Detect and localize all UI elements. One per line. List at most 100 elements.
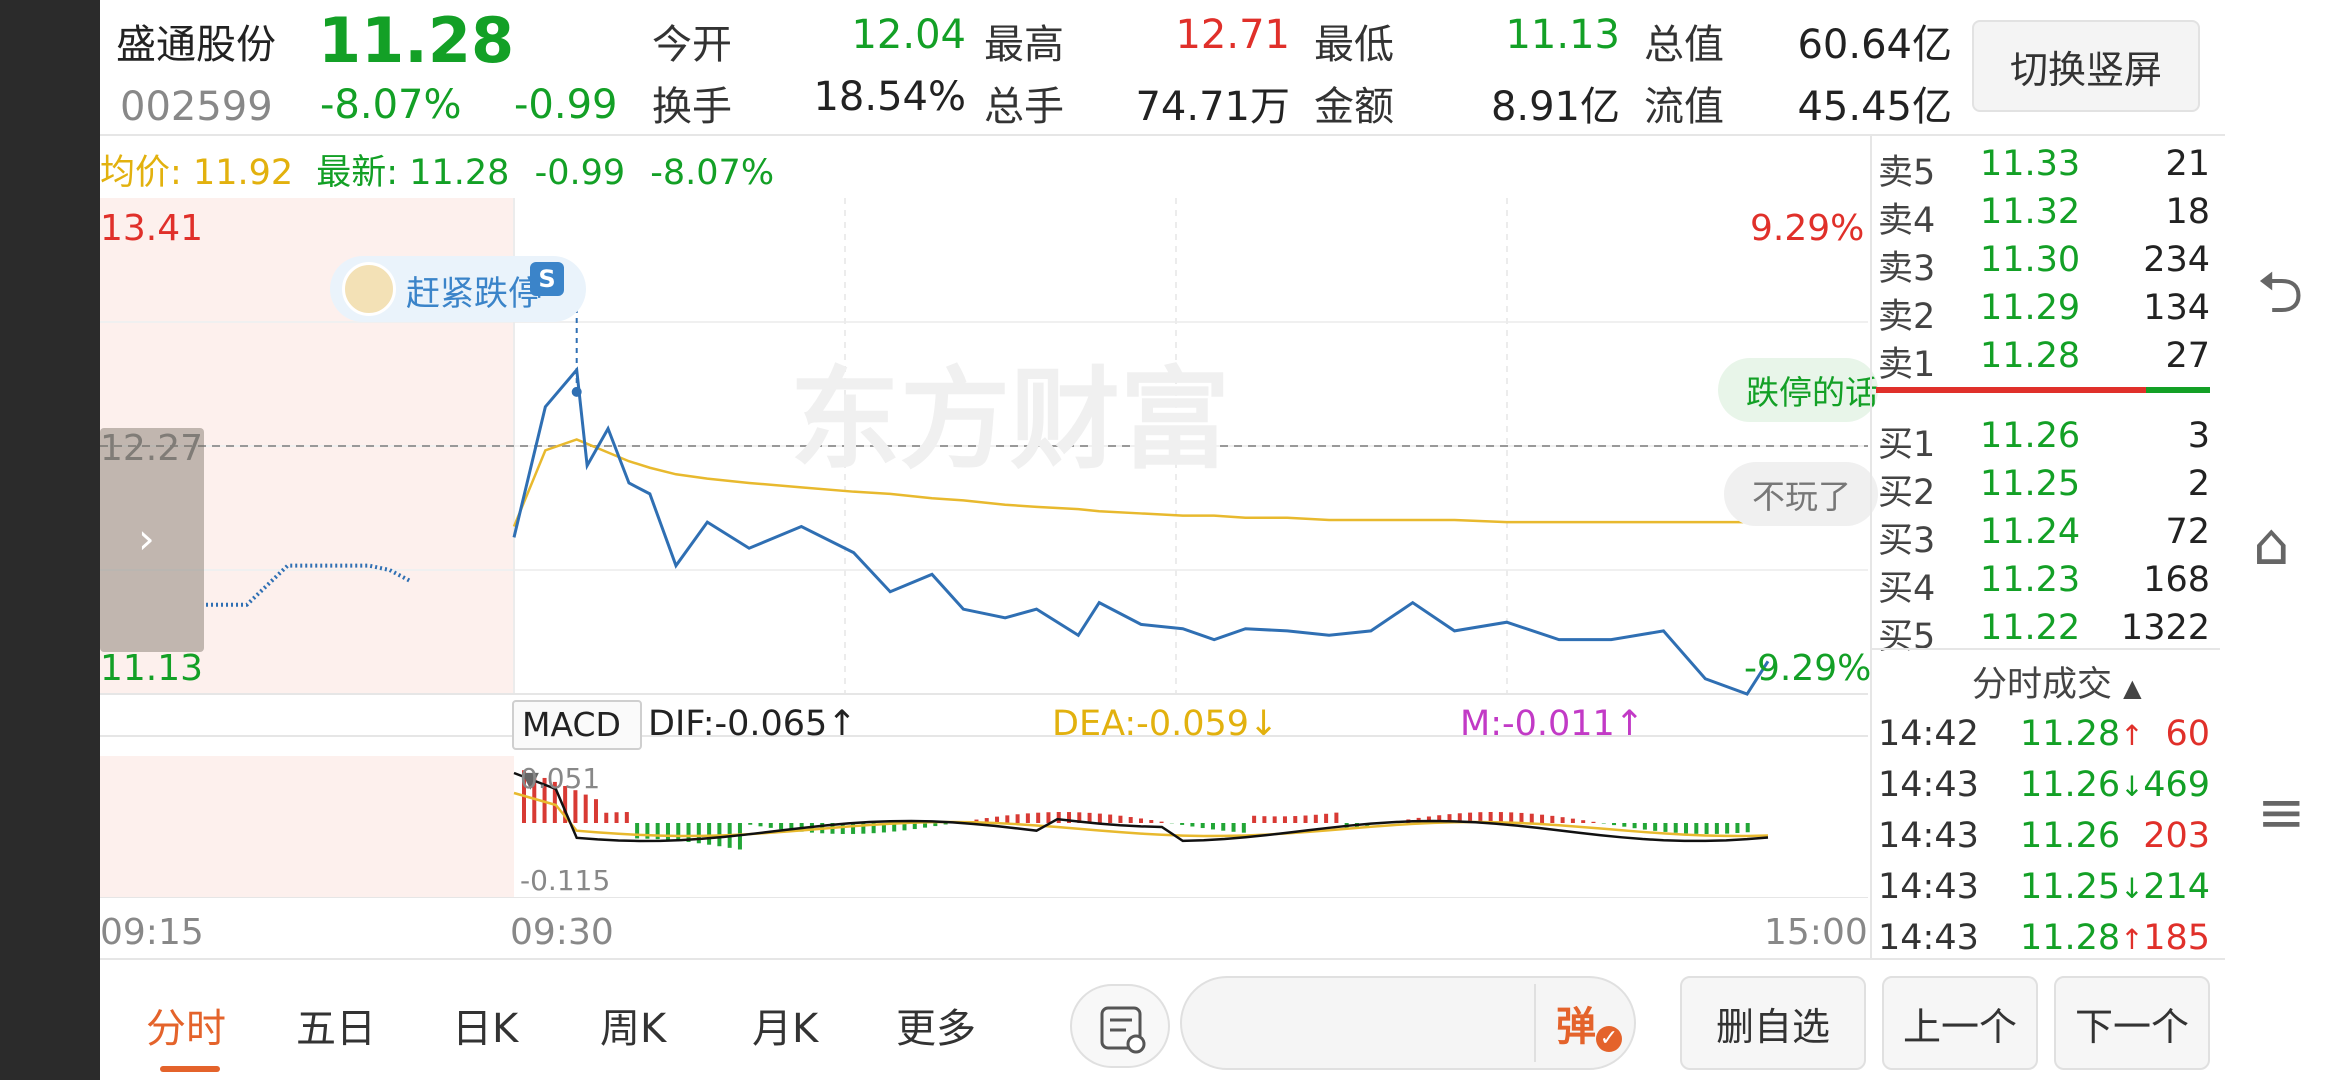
macd-histogram-bar [1118,815,1123,823]
input-divider [1534,984,1536,1062]
watermark: 东方财富 [790,356,1230,484]
tab-underline [160,1066,220,1072]
stat-value: 74.71万 [1135,84,1290,130]
ticks-divider [1870,648,2220,650]
macd-histogram-bar [1622,823,1627,827]
axis-high-pct: 9.29% [1750,208,1865,249]
bid-bar [2146,387,2210,393]
badge-dot [571,386,582,397]
orderbook-price: 11.25 [1980,464,2081,504]
stat-label: 最高 [984,22,1064,68]
macd-histogram-bar [1210,823,1215,830]
macd-histogram-bar [1714,823,1719,834]
macd-top-value: 0.051 [520,762,601,795]
orderbook-level: 卖3 [1878,249,1936,289]
back-icon[interactable]: ⮌ [2257,250,2303,349]
prev-stock-button[interactable]: 上一个 [1882,976,2038,1070]
remove-watchlist-button[interactable]: 删自选 [1680,976,1866,1070]
macd-m: M:-0.011↑ [1460,704,1645,744]
orderbook-price: 11.22 [1980,608,2081,648]
macd-histogram-bar [1015,814,1020,823]
comment-list-button[interactable] [1070,984,1170,1068]
time-start: 09:15 [100,912,204,953]
macd-histogram-bar [1149,820,1154,823]
orderbook-price: 11.30 [1980,240,2081,280]
orderbook-level: 卖5 [1878,153,1936,193]
side-comment-green[interactable]: 跌停的话 [1718,358,1878,422]
macd-histogram-bar [1313,814,1318,823]
stat-label: 今开 [652,22,732,68]
macd-histogram-bar [1036,812,1041,823]
time-end: 15:00 [1764,912,1868,953]
comment-settings-icon [1100,1006,1146,1054]
macd-histogram-bar [1128,817,1133,823]
tick-price: 11.26 [2020,816,2121,856]
macd-histogram-bar [1735,823,1740,834]
macd-histogram-bar [1632,823,1637,829]
ticks-title[interactable]: 分时成交 ▲ [1972,656,2142,707]
macd-histogram-bar [779,823,784,830]
ask-bar [1876,387,2146,393]
orderbook-level: 卖2 [1878,297,1936,337]
macd-dif: DIF:-0.065↑ [648,704,857,744]
macd-histogram-bar [604,812,609,823]
orderbook-volume: 1322 [2120,608,2210,648]
tick-time: 14:43 [1878,816,1979,856]
macd-dea: DEA:-0.059↓ [1052,704,1279,744]
avatar [342,262,396,316]
time-open: 09:30 [510,912,614,953]
stock-name: 盛通股份 [116,22,276,68]
macd-histogram-bar [1694,823,1699,834]
tab-2[interactable]: 日K [452,996,518,1054]
change-amount: -0.99 [514,82,618,128]
orderbook-volume: 168 [2143,560,2210,600]
orderbook-level: 卖1 [1878,345,1936,385]
axis-low: 11.13 [100,648,204,689]
triangle-up-icon: ▲ [2123,674,2142,702]
macd-histogram-bar [676,823,681,841]
orderbook-price: 11.32 [1980,192,2081,232]
home-icon[interactable]: ⌂ [2253,510,2290,578]
macd-histogram-bar [1560,817,1565,823]
orderbook-volume: 72 [2165,512,2210,552]
preopen-line [206,563,411,607]
macd-selector[interactable]: MACD ▼ [512,700,642,793]
macd-histogram-bar [1293,816,1298,823]
tab-1[interactable]: 五日 [296,996,376,1054]
orderbook-level: 买4 [1878,569,1936,609]
orderbook-volume: 134 [2143,288,2210,328]
tab-5[interactable]: 更多 [896,996,976,1054]
chart-scroll-handle[interactable]: › [100,428,204,652]
macd-histogram-bar [1550,815,1555,823]
menu-icon[interactable]: ≡ [2257,778,2306,846]
danmu-toggle[interactable]: 弹 ✓ [1556,994,1622,1052]
macd-histogram-bar [1725,823,1730,834]
stock-price: 11.28 [318,4,515,77]
macd-histogram-bar [1139,818,1143,823]
tab-3[interactable]: 周K [600,996,666,1054]
macd-histogram-bar [851,823,856,834]
bottom-divider [100,958,2225,960]
orderbook-volume: 21 [2165,144,2210,184]
macd-histogram-bar [923,823,928,828]
switch-portrait-button[interactable]: 切换竖屏 [1972,20,2200,112]
legend-change-pct: -8.07% [650,153,775,193]
macd-histogram-bar [1252,815,1257,823]
orderbook-volume: 3 [2187,416,2210,456]
side-comment-gray[interactable]: 不玩了 [1724,462,1878,526]
tick-time: 14:43 [1878,765,1979,805]
chart-legend: 均价: 11.92 最新: 11.28 -0.99 -8.07% [100,144,774,195]
tab-4[interactable]: 月K [752,996,818,1054]
macd-histogram-bar [583,794,588,823]
macd-histogram-bar [1540,814,1545,823]
macd-histogram-bar [1241,823,1246,833]
tab-0[interactable]: 分时 [146,996,226,1054]
macd-histogram-bar [1190,823,1195,827]
next-stock-button[interactable]: 下一个 [2054,976,2210,1070]
dif-line [513,771,1769,843]
macd-histogram-bar [1591,821,1596,823]
orderbook-price: 11.23 [1980,560,2081,600]
orderbook-level: 买2 [1878,473,1936,513]
system-nav-bar: ⮌ ⌂ ≡ [2225,0,2340,1080]
macd-histogram-bar [1097,813,1102,823]
